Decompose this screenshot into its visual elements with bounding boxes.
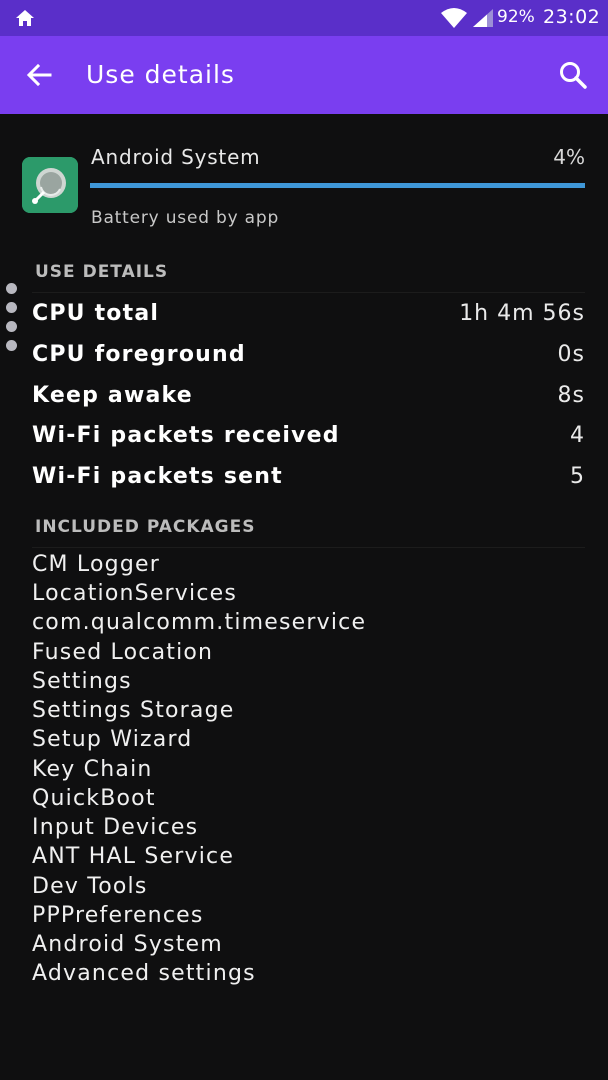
detail-row-keep-awake: Keep awake 8s	[32, 383, 585, 423]
app-bar: Use details	[0, 36, 608, 114]
divider	[32, 292, 585, 293]
clock: 23:02	[543, 6, 601, 28]
side-menu-handle[interactable]	[6, 283, 18, 353]
package-item: LocationServices	[32, 581, 238, 606]
included-packages-header: INCLUDED PACKAGES	[35, 517, 256, 537]
package-item: ANT HAL Service	[32, 844, 235, 869]
app-subtitle: Battery used by app	[91, 208, 280, 228]
detail-label: Keep awake	[32, 383, 193, 408]
detail-value: 5	[570, 464, 585, 489]
detail-label: Wi-Fi packets sent	[32, 464, 283, 489]
detail-row-wifi-sent: Wi-Fi packets sent 5	[32, 464, 585, 504]
battery-percent: 92%	[497, 7, 535, 27]
package-item: Advanced settings	[32, 961, 256, 986]
dot-icon	[6, 340, 17, 351]
detail-value: 8s	[557, 383, 585, 408]
package-item: CM Logger	[32, 552, 160, 577]
package-item: PPPreferences	[32, 903, 204, 928]
search-icon[interactable]	[556, 58, 590, 92]
detail-label: Wi-Fi packets received	[32, 423, 340, 448]
battery-usage-bar	[90, 183, 585, 188]
dot-icon	[6, 283, 17, 294]
package-item: Android System	[32, 932, 223, 957]
package-item: Setup Wizard	[32, 727, 193, 752]
detail-value: 4	[570, 423, 585, 448]
detail-value: 1h 4m 56s	[459, 301, 585, 326]
package-item: Settings	[32, 669, 132, 694]
detail-label: CPU foreground	[32, 342, 246, 367]
package-item: Fused Location	[32, 640, 214, 665]
page-title: Use details	[86, 60, 235, 89]
use-details-header: USE DETAILS	[35, 262, 169, 282]
android-system-app-icon	[22, 157, 78, 213]
dot-icon	[6, 302, 17, 313]
back-arrow-icon[interactable]	[22, 58, 56, 92]
detail-row-cpu-foreground: CPU foreground 0s	[32, 342, 585, 382]
package-item: Settings Storage	[32, 698, 235, 723]
app-name: Android System	[91, 145, 261, 169]
package-item: com.qualcomm.timeservice	[32, 610, 367, 635]
battery-usage-bar-fill	[90, 183, 585, 188]
status-bar: 92% 23:02	[0, 0, 608, 36]
package-item: QuickBoot	[32, 786, 156, 811]
home-icon	[16, 10, 34, 26]
detail-row-wifi-received: Wi-Fi packets received 4	[32, 423, 585, 463]
wifi-icon	[441, 8, 467, 28]
divider	[32, 547, 585, 548]
detail-value: 0s	[557, 342, 585, 367]
detail-row-cpu-total: CPU total 1h 4m 56s	[32, 301, 585, 341]
detail-label: CPU total	[32, 301, 160, 326]
app-battery-percent: 4%	[553, 145, 585, 169]
package-item: Key Chain	[32, 757, 153, 782]
package-item: Dev Tools	[32, 874, 148, 899]
dot-icon	[6, 321, 17, 332]
signal-icon	[473, 9, 493, 27]
package-item: Input Devices	[32, 815, 199, 840]
